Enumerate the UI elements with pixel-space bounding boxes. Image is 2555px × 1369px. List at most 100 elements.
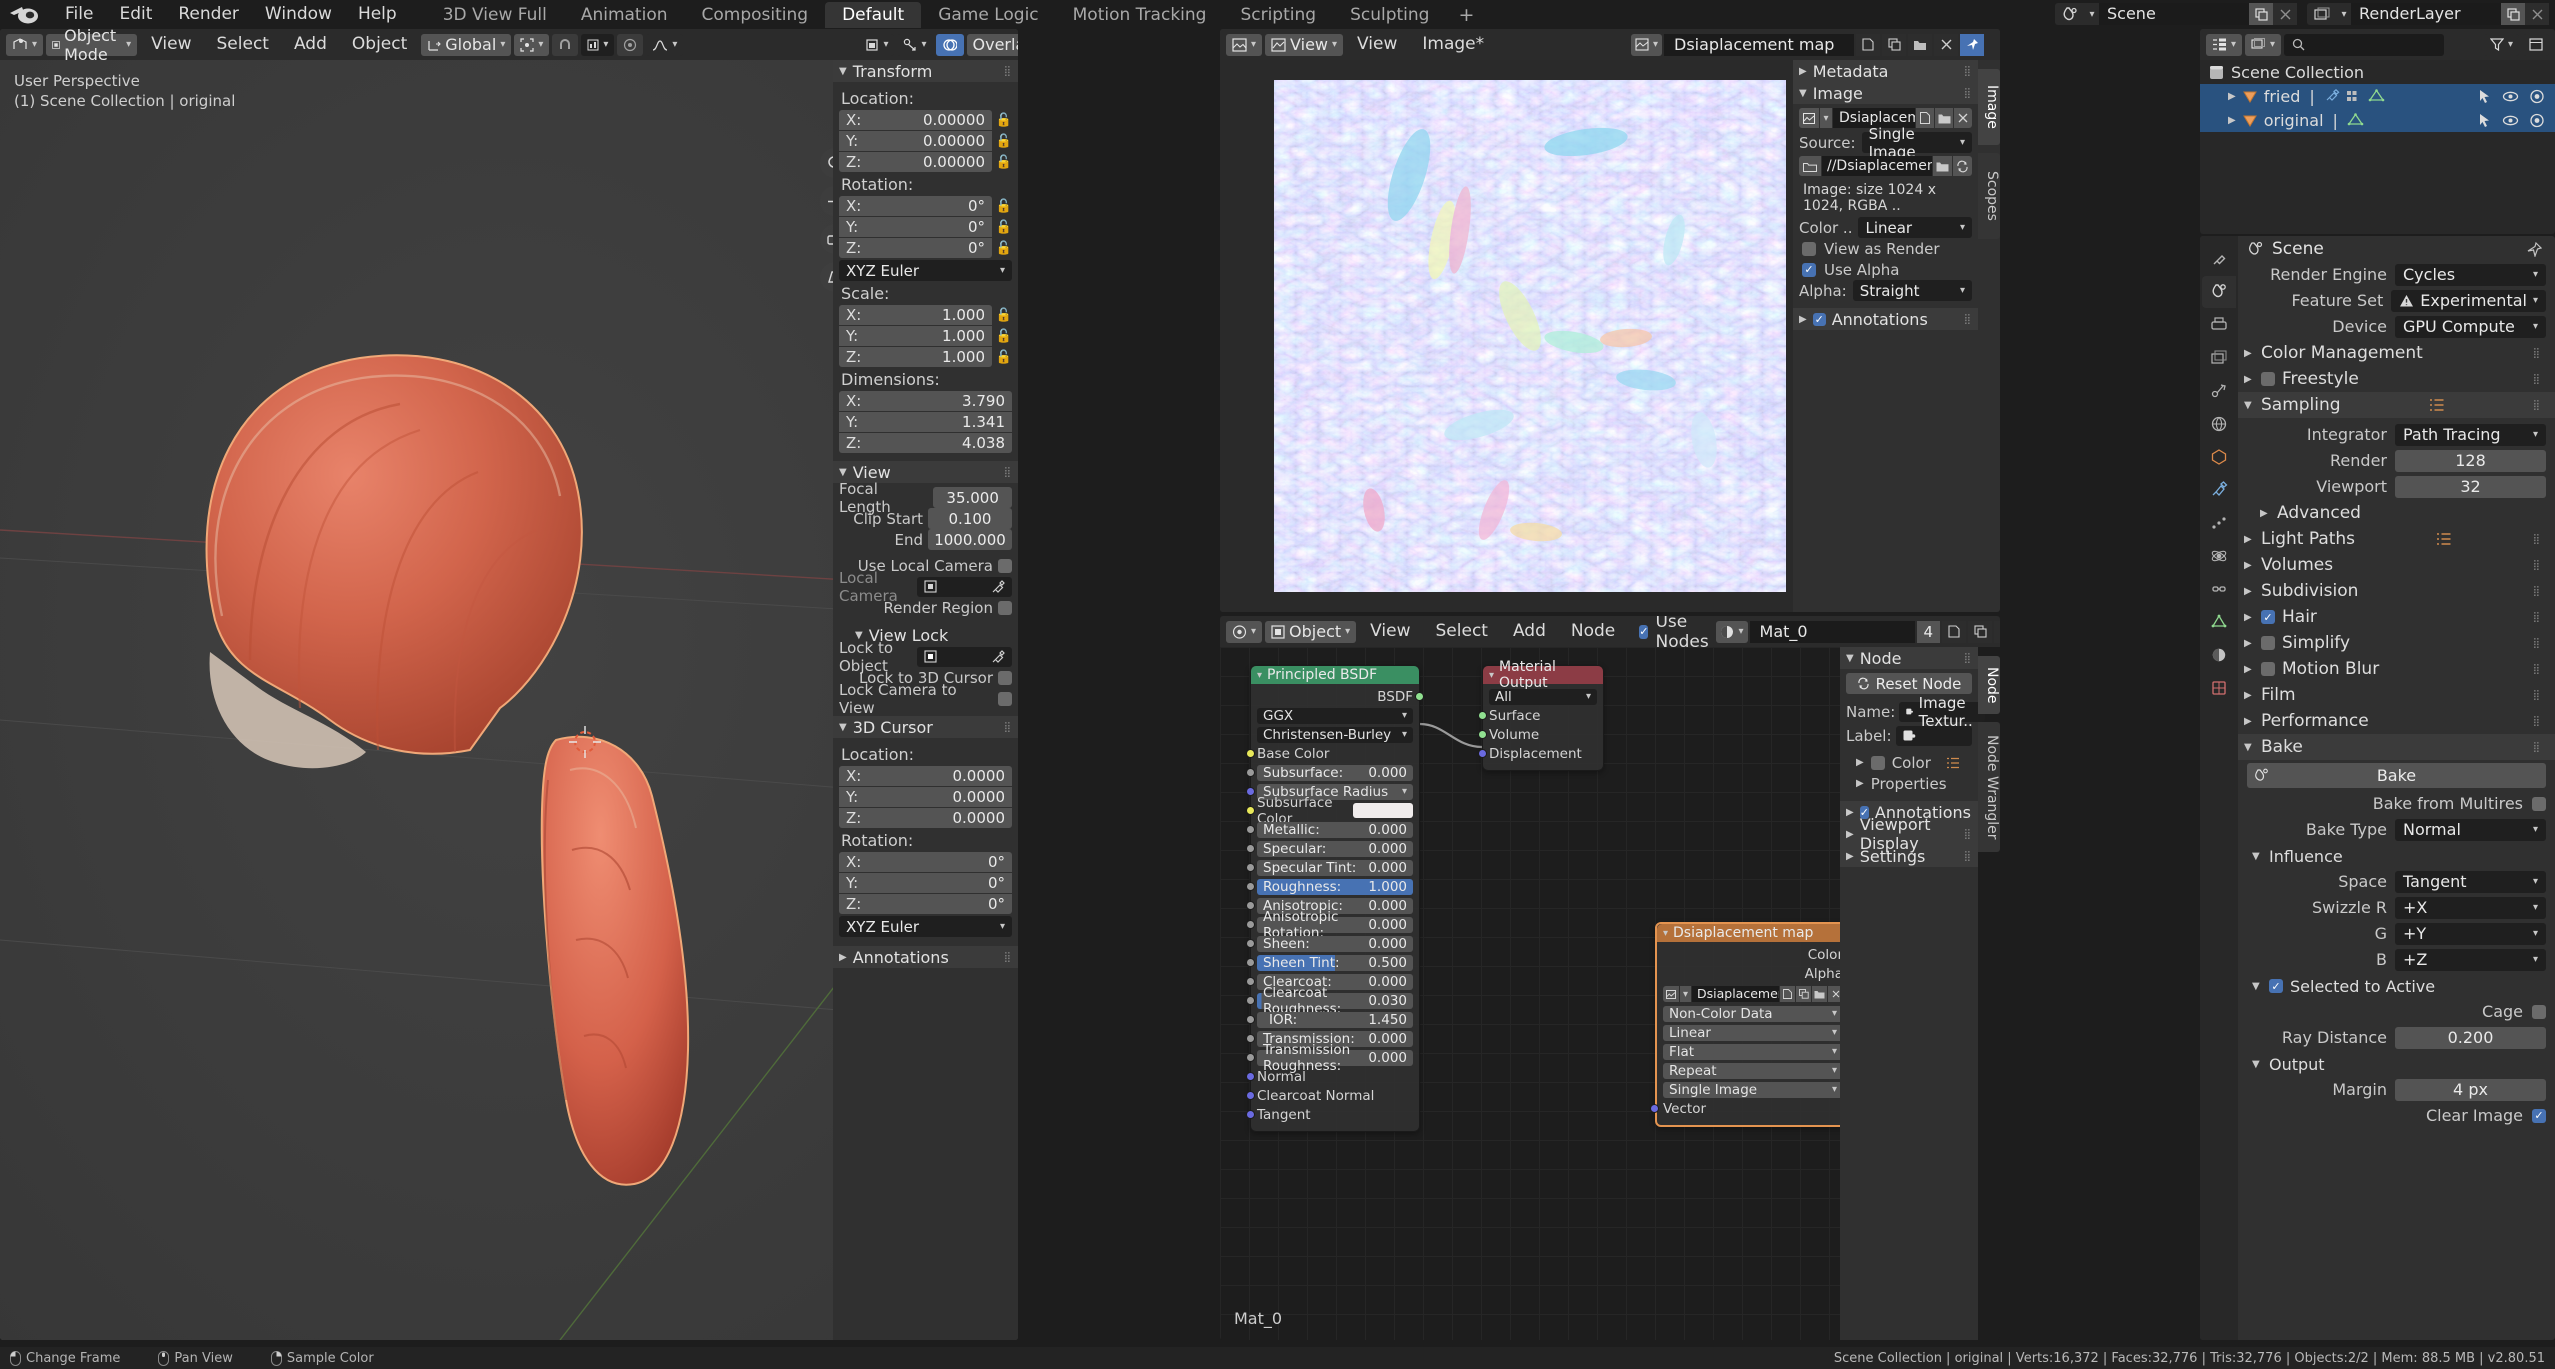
input-sheen-tint[interactable]: Sheen Tint:0.500 <box>1257 954 1413 971</box>
input-value-anisotropic-rotation[interactable]: 0.000 <box>1368 917 1407 933</box>
object-mode-selector[interactable]: Object Mode ▾ <box>46 34 137 56</box>
simplify-checkbox[interactable] <box>2261 636 2275 650</box>
section-bake[interactable]: ▼Bake⣿ <box>2238 734 2555 760</box>
proportional-falloff-selector[interactable]: ▾ <box>646 34 683 56</box>
input-value-metallic[interactable]: 0.000 <box>1368 822 1407 838</box>
input-value-anisotropic[interactable]: 0.000 <box>1368 898 1407 914</box>
lock-rotation-z-icon[interactable]: 🔓 <box>996 239 1012 257</box>
node-image-open-folder-icon[interactable] <box>1812 986 1827 1002</box>
section-light-paths[interactable]: ▶Light Paths ⣿ <box>2238 526 2555 552</box>
material-users-count[interactable]: 4 <box>1917 621 1941 643</box>
input-value-clearcoat-roughness[interactable]: 0.030 <box>1368 993 1407 1009</box>
sampling-presets-icon[interactable] <box>2429 398 2445 412</box>
use-alpha-row[interactable]: ✓ Use Alpha <box>1799 259 1972 280</box>
input-displacement[interactable]: Displacement <box>1489 745 1597 762</box>
image-editor-mode-selector[interactable]: View▾ <box>1265 34 1343 56</box>
bake-space-selector[interactable]: Tangent▾ <box>2395 871 2546 893</box>
node-menu-view[interactable]: View <box>1359 616 1421 647</box>
swizzle-b-selector[interactable]: +Z▾ <box>2395 949 2546 971</box>
bake-type-selector[interactable]: Normal▾ <box>2395 819 2546 841</box>
node-sidebar-tab-node[interactable]: Node <box>1978 656 2000 714</box>
image-unlink-close-icon[interactable] <box>1934 34 1958 56</box>
cursor-rotation-z-row[interactable]: Z:0° <box>839 894 1012 914</box>
node-image-texture-header[interactable]: ▾Dsiaplacement map <box>1657 924 1840 942</box>
snap-target-selector[interactable]: ▾ <box>581 34 614 56</box>
lock-camera-to-view-row[interactable]: Lock Camera to View <box>839 688 1012 709</box>
section-sampling[interactable]: ▼Sampling ⣿ <box>2238 392 2555 418</box>
dimensions-x-value[interactable]: 3.790 <box>962 392 1005 410</box>
scene-datablock[interactable]: ▾ Scene <box>2055 3 2297 25</box>
image-filepath-field[interactable]: //Dsiaplacement map.. <box>1822 156 1932 176</box>
node-image-texture-displacement[interactable]: ▾Dsiaplacement map Color Alpha ▾ Dsiapla… <box>1655 922 1840 1127</box>
image-source-row[interactable]: Source: Single Image▾ <box>1799 132 1972 153</box>
workspace-tab-sculpting[interactable]: Sculpting <box>1333 2 1446 28</box>
viewlayer-datablock[interactable]: ▾ RenderLayer <box>2307 3 2549 25</box>
input-ior[interactable]: IOR:1.450 <box>1257 1011 1413 1028</box>
section-subdivision[interactable]: ▶Subdivision⣿ <box>2238 578 2555 604</box>
viewlayer-unlink-close-icon[interactable] <box>2525 3 2549 25</box>
view-as-render-row[interactable]: View as Render <box>1799 238 1972 259</box>
menu-render[interactable]: Render <box>165 0 252 28</box>
panel-header-node[interactable]: ▼Node⣿ <box>1840 647 1978 669</box>
node-editor-canvas[interactable]: ▾Principled BSDF BSDF GGX▾ Christensen-B… <box>1220 647 1840 1340</box>
input-sheen[interactable]: Sheen:0.000 <box>1257 935 1413 952</box>
viewport-menu-view[interactable]: View <box>140 29 202 60</box>
input-metallic[interactable]: Metallic:0.000 <box>1257 821 1413 838</box>
node-source-selector[interactable]: Single Image▾ <box>1663 1081 1840 1098</box>
eye-icon[interactable] <box>2502 89 2519 104</box>
cursor-rotation-y-row[interactable]: Y:0° <box>839 873 1012 893</box>
menu-file[interactable]: File <box>52 0 106 28</box>
light-paths-presets-icon[interactable] <box>2436 532 2452 546</box>
input-value-transmission-roughness[interactable]: 0.000 <box>1368 1050 1407 1066</box>
properties-tab-object[interactable] <box>2202 441 2236 473</box>
input-base-color[interactable]: Base Color <box>1257 745 1413 762</box>
viewlayer-new-copy-icon[interactable] <box>2501 3 2525 25</box>
cursor-location-z-row[interactable]: Z:0.0000 <box>839 808 1012 828</box>
input-tangent[interactable]: Tangent <box>1257 1106 1413 1123</box>
select-arrow-icon[interactable] <box>2477 113 2492 128</box>
lock-scale-z-icon[interactable]: 🔓 <box>996 348 1012 366</box>
workspace-tab-default[interactable]: Default <box>825 2 921 28</box>
ray-distance-value[interactable]: 0.200 <box>2395 1027 2546 1049</box>
viewport-menu-object[interactable]: Object <box>341 29 418 60</box>
swizzle-g-row[interactable]: G +Y▾ <box>2238 921 2555 946</box>
menu-window[interactable]: Window <box>252 0 345 28</box>
node-projection-selector[interactable]: Flat▾ <box>1663 1043 1840 1060</box>
bake-space-row[interactable]: Space Tangent▾ <box>2238 869 2555 894</box>
material-new-icon[interactable] <box>1942 621 1966 643</box>
node-image-unlink-close-icon[interactable] <box>1828 986 1840 1002</box>
panel-header-image[interactable]: ▼Image⣿ <box>1793 82 1978 104</box>
scale-y-row[interactable]: Y:1.000🔓 <box>839 326 1012 346</box>
node-menu-node[interactable]: Node <box>1560 616 1626 647</box>
renderlayers-icon[interactable] <box>2307 3 2337 25</box>
scene-chevron-down-icon[interactable]: ▾ <box>2085 3 2099 25</box>
image-annotations-checkbox[interactable]: ✓ <box>1813 313 1826 326</box>
eye-icon[interactable] <box>2502 113 2519 128</box>
workspace-tab-compositing[interactable]: Compositing <box>685 2 826 28</box>
node-image-new-icon[interactable] <box>1780 986 1795 1002</box>
node-principled-bsdf[interactable]: ▾Principled BSDF BSDF GGX▾ Christensen-B… <box>1250 665 1420 1132</box>
focal-length-value[interactable]: 35.000 <box>933 487 1012 508</box>
feature-set-selector[interactable]: Experimental▾ <box>2391 290 2546 312</box>
input-clearcoat-roughness[interactable]: Clearcoat Roughness:0.030 <box>1257 992 1413 1009</box>
clear-image-checkbox[interactable]: ✓ <box>2532 1109 2546 1123</box>
input-value-transmission[interactable]: 0.000 <box>1368 1031 1407 1047</box>
samples-render-row[interactable]: Render 128 <box>2238 448 2555 473</box>
lock-rotation-x-icon[interactable]: 🔓 <box>996 197 1012 215</box>
swizzle-r-selector[interactable]: +X▾ <box>2395 897 2546 919</box>
material-datablock-icon[interactable]: ▾ <box>1716 621 1747 643</box>
rotation-x-row[interactable]: X:0°🔓 <box>839 196 1012 216</box>
integrator-row[interactable]: Integrator Path Tracing▾ <box>2238 422 2555 447</box>
material-name-field[interactable]: Mat_0 <box>1750 621 1915 643</box>
view-as-render-checkbox[interactable] <box>1802 242 1816 256</box>
section-film[interactable]: ▶Film⣿ <box>2238 682 2555 708</box>
overlays-popover[interactable]: Overlays ▾ <box>967 34 1019 56</box>
cage-checkbox[interactable] <box>2532 1005 2546 1019</box>
rotation-y-value[interactable]: 0° <box>968 218 985 236</box>
sidebar-image-chevron-down-icon[interactable]: ▾ <box>1820 108 1832 128</box>
socket-out-bsdf[interactable]: BSDF <box>1257 688 1413 705</box>
panel-header-viewport-display[interactable]: ▶Viewport Display⣿ <box>1840 823 1978 845</box>
cursor-rotation-mode-selector[interactable]: XYZ Euler▾ <box>839 916 1012 937</box>
dimensions-y-value[interactable]: 1.341 <box>962 413 1005 431</box>
image-new-icon[interactable] <box>1856 34 1880 56</box>
